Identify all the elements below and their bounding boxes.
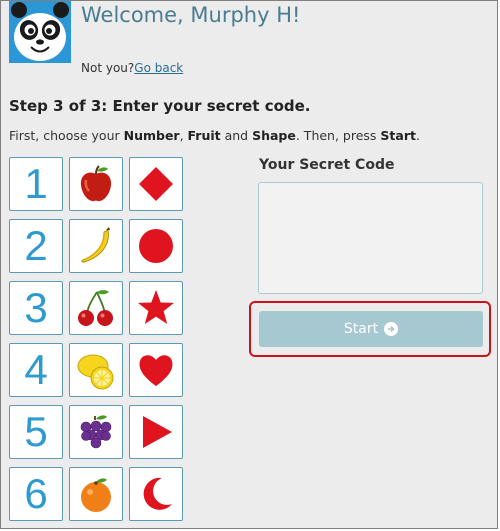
number-label: 3 <box>24 284 48 331</box>
instructions-period: . <box>415 128 420 143</box>
choice-grid: 1 2 3 4 5 6 <box>9 157 183 521</box>
panda-icon <box>11 2 69 61</box>
secret-code-label: Your Secret Code <box>259 157 395 173</box>
number-tile-3[interactable]: 3 <box>9 281 63 335</box>
page-frame: Welcome, Murphy H! Not you?Go back Step … <box>0 0 498 529</box>
shape-tile-crescent[interactable] <box>129 467 183 521</box>
number-label: 5 <box>24 408 48 455</box>
shape-tile-star[interactable] <box>129 281 183 335</box>
instructions-shape: Shape <box>252 128 296 143</box>
instructions-number: Number <box>123 128 180 143</box>
circle-icon <box>139 229 173 263</box>
shape-tile-diamond[interactable] <box>129 157 183 211</box>
secret-code-display <box>258 182 483 294</box>
shape-tile-heart[interactable] <box>129 343 183 397</box>
shape-tile-circle[interactable] <box>129 219 183 273</box>
instructions-fruit: Fruit <box>187 128 221 143</box>
crescent-icon <box>143 477 172 510</box>
instructions-comma: , <box>179 128 188 143</box>
number-label: 1 <box>24 160 48 207</box>
instructions-and: and <box>220 128 253 143</box>
fruit-tile-orange[interactable] <box>69 467 123 521</box>
not-you-line: Not you?Go back <box>81 61 183 75</box>
diamond-icon <box>139 167 173 201</box>
arrow-right-circle-icon <box>384 322 399 336</box>
instructions: First, choose your Number, Fruit and Sha… <box>9 128 420 143</box>
instructions-then-press: . Then, press <box>295 128 381 143</box>
fruit-tile-cherries[interactable] <box>69 281 123 335</box>
start-button[interactable]: Start <box>259 311 483 347</box>
start-button-label: Start <box>343 321 379 337</box>
number-tile-2[interactable]: 2 <box>9 219 63 273</box>
lemon-icon <box>77 354 114 390</box>
number-label: 6 <box>24 470 48 517</box>
heart-icon <box>139 355 173 386</box>
avatar <box>9 1 71 63</box>
not-you-text: Not you? <box>81 61 135 75</box>
number-tile-5[interactable]: 5 <box>9 405 63 459</box>
number-label: 2 <box>24 222 48 269</box>
banana-icon <box>81 227 110 263</box>
orange-icon <box>81 478 111 512</box>
number-tile-6[interactable]: 6 <box>9 467 63 521</box>
fruit-tile-apple[interactable] <box>69 157 123 211</box>
welcome-heading: Welcome, Murphy H! <box>81 3 301 27</box>
step-title: Step 3 of 3: Enter your secret code. <box>9 97 311 115</box>
number-label: 4 <box>24 346 48 393</box>
apple-icon <box>80 165 112 202</box>
instructions-prefix: First, choose your <box>9 128 124 143</box>
instructions-start: Start <box>380 128 416 143</box>
star-icon <box>138 290 174 324</box>
grapes-icon <box>80 415 112 449</box>
shape-tile-triangle[interactable] <box>129 405 183 459</box>
triangle-icon <box>143 416 172 448</box>
fruit-tile-grapes[interactable] <box>69 405 123 459</box>
go-back-link[interactable]: Go back <box>134 61 183 75</box>
number-tile-4[interactable]: 4 <box>9 343 63 397</box>
number-tile-1[interactable]: 1 <box>9 157 63 211</box>
fruit-tile-banana[interactable] <box>69 219 123 273</box>
cherries-icon <box>78 290 113 326</box>
fruit-tile-lemon[interactable] <box>69 343 123 397</box>
